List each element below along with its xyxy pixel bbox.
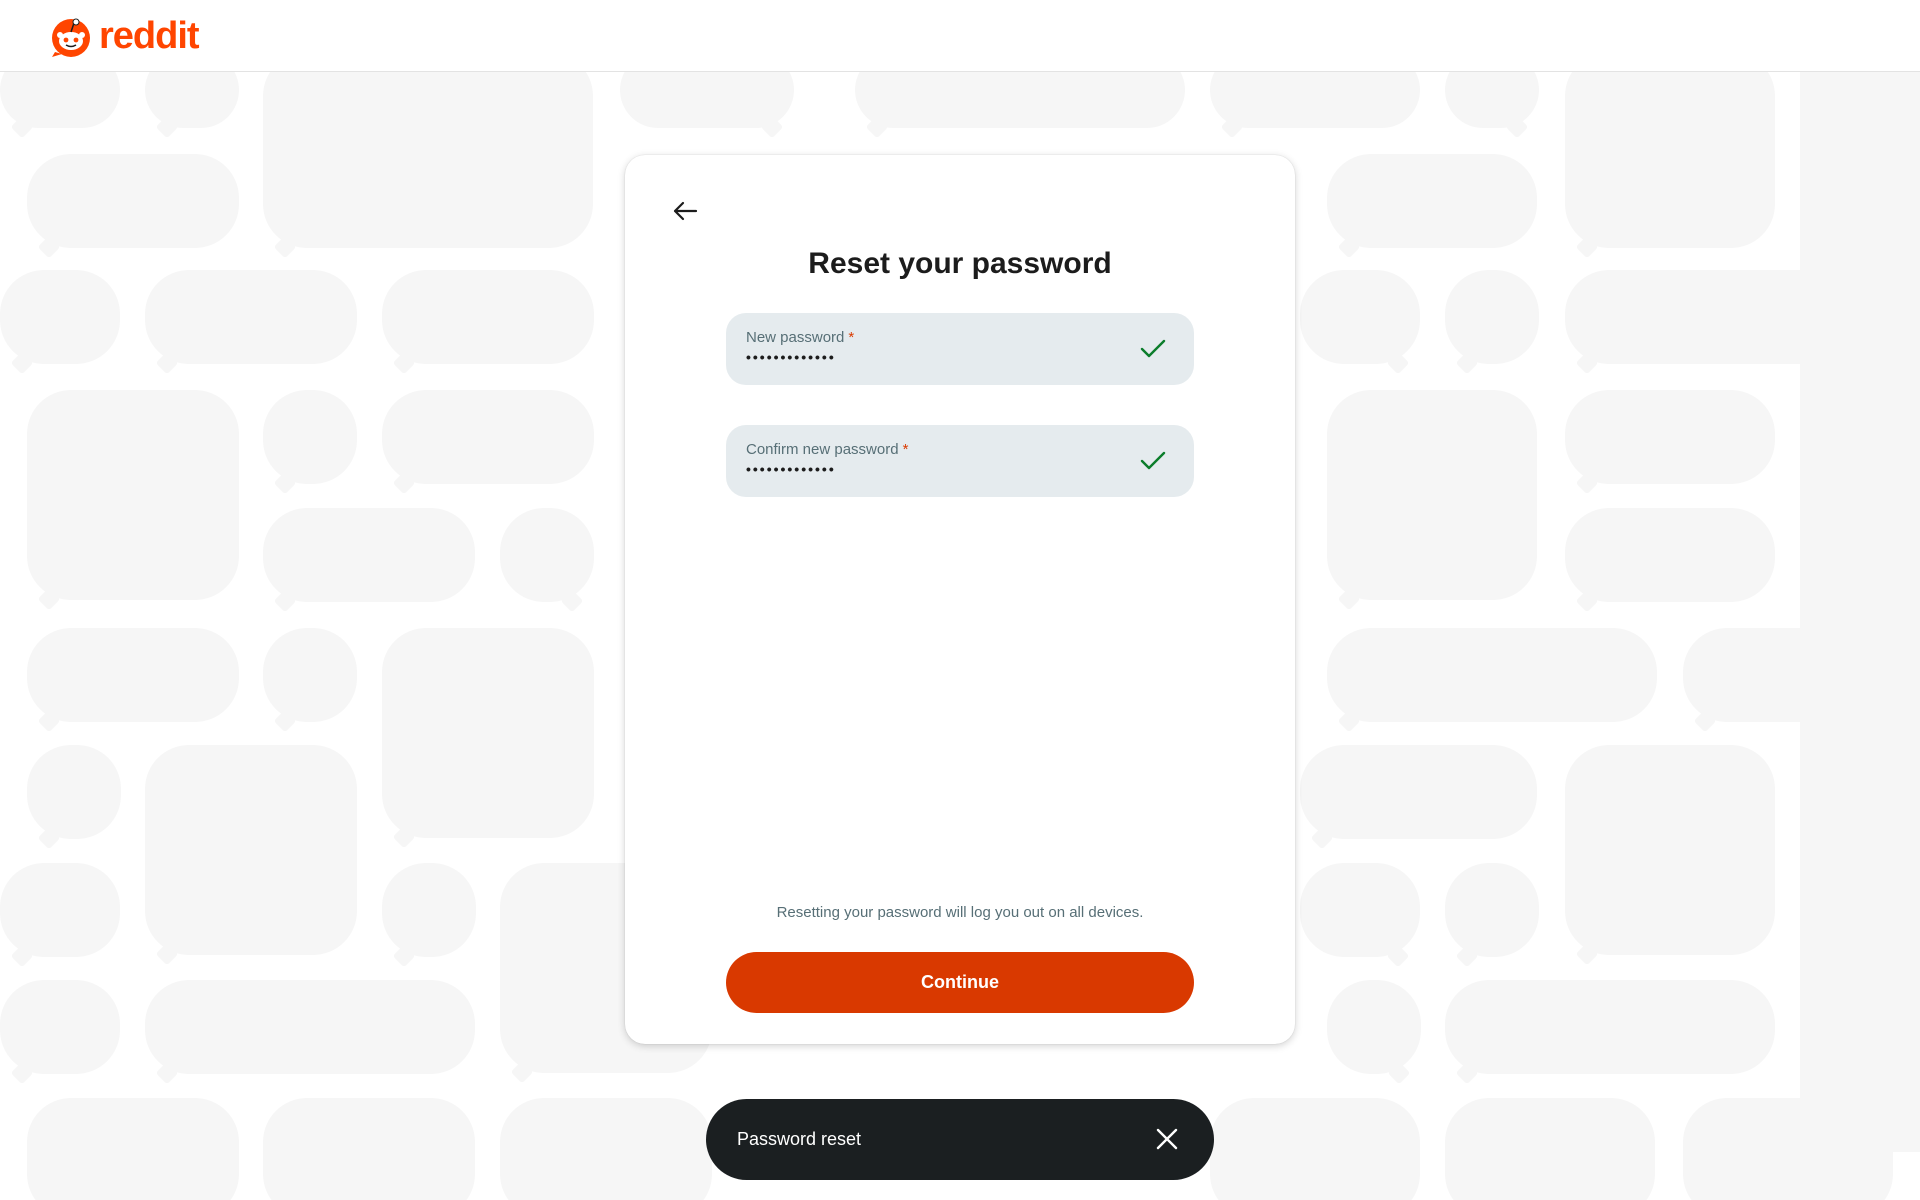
page-title: Reset your password <box>808 247 1112 280</box>
bg-bubble <box>0 72 120 128</box>
field-label-text: Confirm new password <box>746 441 899 458</box>
bg-bubble <box>0 270 120 364</box>
bg-bubble <box>1683 628 1893 722</box>
reddit-logo[interactable]: reddit <box>49 14 200 58</box>
bg-bubble <box>263 508 475 602</box>
continue-button[interactable]: Continue <box>726 952 1194 1013</box>
brand-wordmark: reddit <box>99 15 200 57</box>
required-asterisk: * <box>902 441 909 458</box>
bg-bubble <box>0 863 120 957</box>
bg-bubble <box>382 270 594 364</box>
field-label-text: New password <box>746 329 845 346</box>
bg-bubble <box>263 390 357 484</box>
bg-bubble <box>1327 980 1421 1074</box>
bg-bubble <box>27 628 239 722</box>
bg-bubble <box>1445 72 1539 128</box>
bg-bubble <box>145 745 357 955</box>
reset-password-card: Reset your password New password * ••••••… <box>625 155 1295 1044</box>
bg-bubble <box>1565 390 1775 484</box>
required-asterisk: * <box>848 329 855 346</box>
arrow-left-icon <box>673 201 698 221</box>
bg-bubble <box>1300 745 1537 839</box>
bg-bubble <box>145 72 239 128</box>
new-password-value: ••••••••••••• <box>746 349 836 365</box>
bg-bubble <box>263 1098 475 1200</box>
check-icon <box>1140 339 1166 358</box>
bg-bubble <box>1565 72 1775 248</box>
new-password-label: New password * <box>746 329 854 346</box>
bg-bubble <box>1683 1098 1893 1200</box>
bg-bubble <box>1327 628 1657 722</box>
bg-bubble <box>145 980 475 1074</box>
bg-bubble <box>1565 270 1895 364</box>
reddit-snoo-icon <box>52 18 90 57</box>
bg-bubble <box>263 72 593 248</box>
bg-bubble <box>27 154 239 248</box>
confirm-password-field[interactable]: Confirm new password * ••••••••••••• <box>726 425 1194 497</box>
back-button[interactable] <box>665 191 705 231</box>
bg-bubble <box>27 745 121 839</box>
bg-bubble <box>263 628 357 722</box>
bg-bubble <box>1445 863 1539 957</box>
confirm-password-label: Confirm new password * <box>746 441 908 458</box>
bg-bubble <box>1210 72 1420 128</box>
bg-bubble <box>1300 863 1420 957</box>
toast-notification: Password reset <box>706 1099 1214 1180</box>
new-password-field[interactable]: New password * ••••••••••••• <box>726 313 1194 385</box>
bg-bubble <box>145 270 357 364</box>
bg-bubble <box>500 508 594 602</box>
bg-bubble <box>855 72 1185 128</box>
confirm-password-value: ••••••••••••• <box>746 461 836 477</box>
bg-bubble <box>27 1098 239 1200</box>
bg-bubble <box>382 628 594 838</box>
bg-bubble <box>1300 270 1420 364</box>
logout-notice: Resetting your password will log you out… <box>776 904 1144 921</box>
bg-bubble <box>1210 1098 1420 1200</box>
bg-bubble <box>1565 745 1775 955</box>
bg-bubble <box>500 1098 712 1200</box>
bg-bubble <box>1445 270 1539 364</box>
bg-bubble <box>1445 1098 1655 1200</box>
bg-bubble <box>1327 154 1537 248</box>
bg-bubble <box>1565 508 1775 602</box>
bg-bubble <box>620 72 794 128</box>
bg-bubble <box>0 980 120 1074</box>
bg-bubble <box>382 390 594 484</box>
check-icon <box>1140 451 1166 470</box>
bg-bubble <box>1327 390 1537 600</box>
close-icon[interactable] <box>1154 1126 1180 1152</box>
toast-message: Password reset <box>737 1129 862 1149</box>
bg-bubble <box>1445 980 1775 1074</box>
bg-bubble <box>1800 72 1920 1152</box>
top-bar: reddit <box>0 0 1920 72</box>
bg-bubble <box>27 390 239 600</box>
bg-bubble <box>382 863 476 957</box>
